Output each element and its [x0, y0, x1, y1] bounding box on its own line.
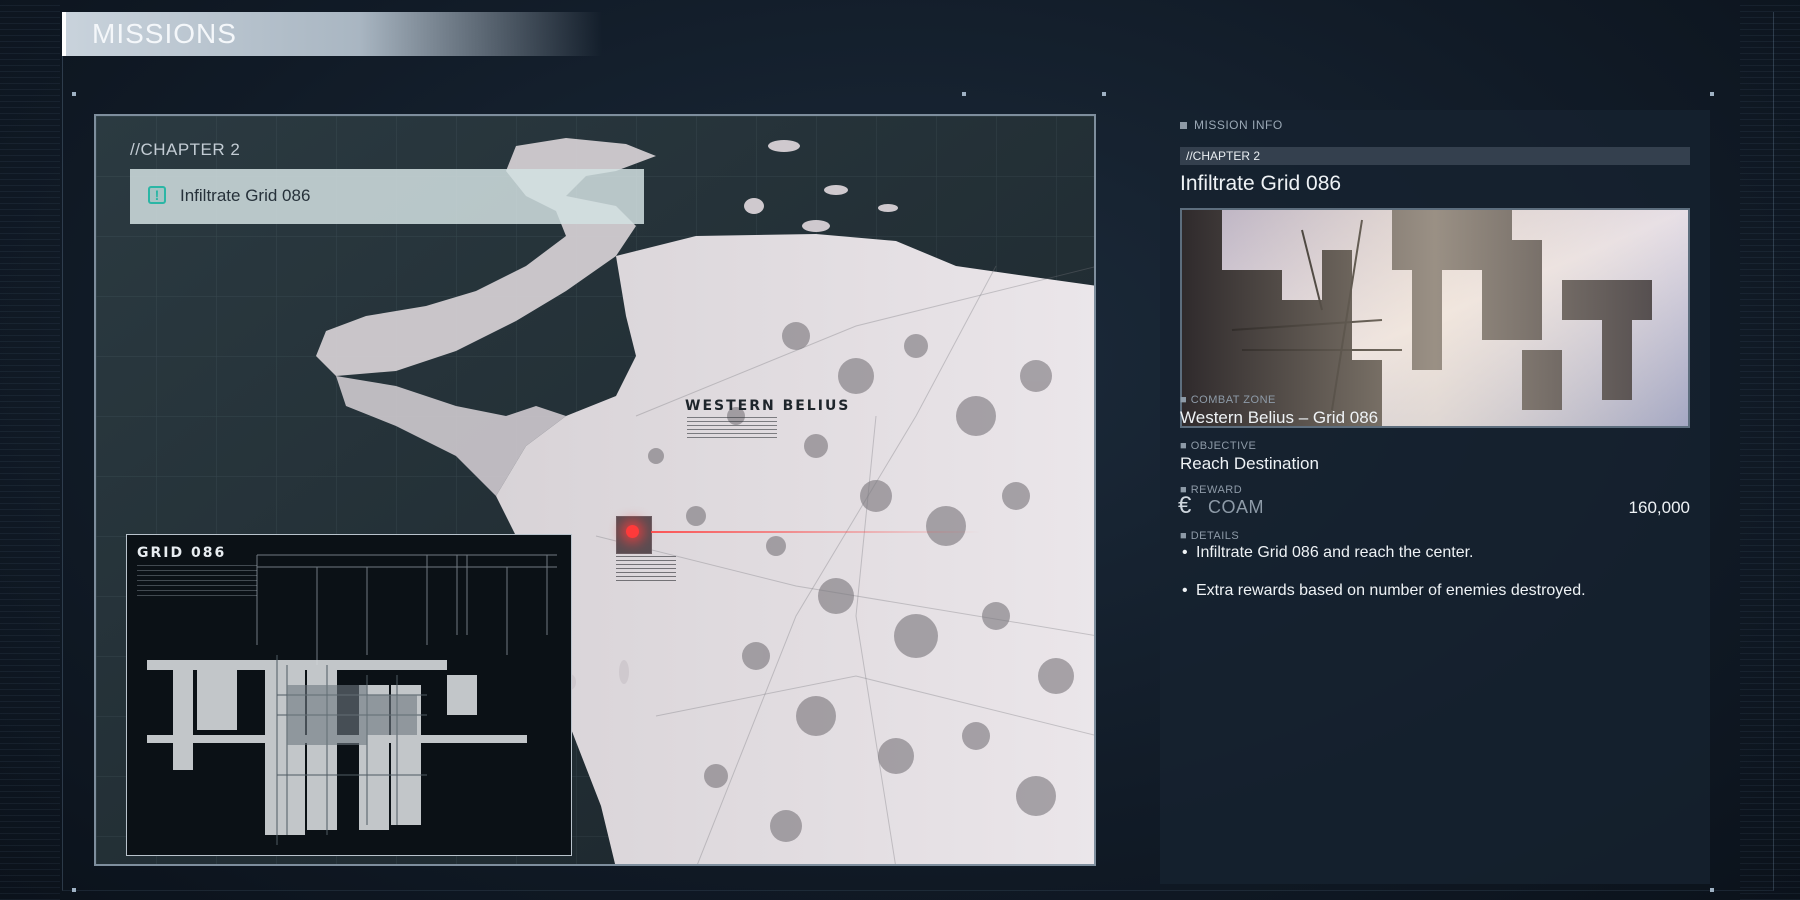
coam-currency-icon: € [1178, 492, 1192, 519]
objective-label: ■ OBJECTIVE [1180, 440, 1257, 452]
objective-value: Reach Destination [1180, 454, 1319, 473]
inset-title: GRID 086 [137, 545, 227, 561]
region-sublabel-lines [687, 417, 777, 439]
grid-inset-map: GRID 086 [126, 534, 572, 856]
reward-currency: COAM [1208, 497, 1264, 517]
section-square-icon [1180, 122, 1187, 129]
mission-list-item-label: Infiltrate Grid 086 [180, 186, 311, 205]
corner-marker [72, 92, 76, 96]
mission-info-header: MISSION INFO [1194, 118, 1283, 132]
combat-zone-label: ■ COMBAT ZONE [1180, 394, 1276, 406]
target-beam [651, 531, 981, 533]
map-chapter-label: //CHAPTER 2 [130, 140, 241, 159]
title-bar-stripe [62, 12, 66, 56]
mission-info-panel: MISSION INFO //CHAPTER 2 Infiltrate Grid… [1160, 110, 1710, 884]
alert-icon: ! [148, 186, 166, 204]
region-label: WESTERN BELIUS [685, 398, 851, 414]
mission-map[interactable]: //CHAPTER 2 ! Infiltrate Grid 086 WESTER… [94, 114, 1096, 866]
page-title: MISSIONS [92, 18, 237, 49]
chapter-strip: //CHAPTER 2 [1180, 147, 1690, 165]
corner-marker [1102, 92, 1106, 96]
mission-area-caption [616, 556, 676, 584]
corner-marker [1710, 888, 1714, 892]
inset-sub-lines [137, 565, 257, 597]
info-chapter-label: //CHAPTER 2 [1186, 149, 1261, 163]
detail-item: • Infiltrate Grid 086 and reach the cente… [1182, 544, 1474, 561]
combat-zone-value: Western Belius – Grid 086 [1180, 408, 1379, 427]
detail-item: • Extra rewards based on number of enemie… [1182, 582, 1586, 599]
background-noise-left [0, 0, 60, 900]
mission-title: Infiltrate Grid 086 [1180, 172, 1342, 195]
corner-marker [962, 92, 966, 96]
corner-marker [72, 888, 76, 892]
reward-amount: 160,000 [1628, 498, 1690, 517]
mission-list-item[interactable]: ! Infiltrate Grid 086 [130, 169, 644, 224]
target-marker-icon[interactable] [626, 525, 639, 538]
details-label: ■ DETAILS [1180, 530, 1240, 542]
corner-marker [1710, 92, 1714, 96]
